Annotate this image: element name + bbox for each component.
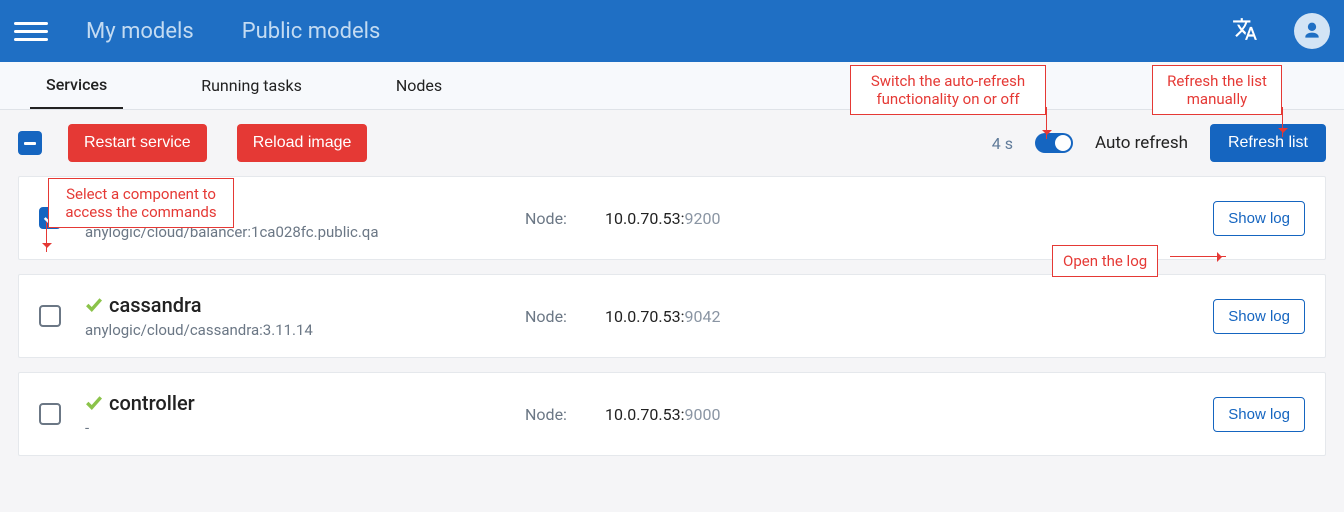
node-label: Node: xyxy=(525,405,605,424)
refresh-interval: 4 s xyxy=(992,134,1013,153)
show-log-button[interactable]: Show log xyxy=(1213,397,1305,432)
toolbar: Restart service Reload image 4 s Auto re… xyxy=(0,110,1344,176)
service-name: cassandra xyxy=(109,293,202,317)
service-image: anylogic/cloud/cassandra:3.11.14 xyxy=(85,321,525,339)
service-row: controller - Node: 10.0.70.53:9000 Show … xyxy=(18,372,1326,456)
translate-icon[interactable] xyxy=(1232,16,1258,46)
restart-service-button[interactable]: Restart service xyxy=(68,124,207,162)
service-row: cassandra anylogic/cloud/cassandra:3.11.… xyxy=(18,274,1326,358)
node-label: Node: xyxy=(525,307,605,326)
node-address: 10.0.70.53:9200 xyxy=(605,209,720,228)
callout-open-log: Open the log xyxy=(1052,245,1158,277)
refresh-list-button[interactable]: Refresh list xyxy=(1210,124,1326,162)
service-image: - xyxy=(85,419,525,437)
row-checkbox[interactable] xyxy=(39,403,61,425)
master-checkbox[interactable] xyxy=(18,131,42,155)
show-log-button[interactable]: Show log xyxy=(1213,299,1305,334)
nav-my-models[interactable]: My models xyxy=(86,19,194,44)
node-address: 10.0.70.53:9000 xyxy=(605,405,720,424)
callout-auto-refresh: Switch the auto-refresh functionality on… xyxy=(850,65,1046,115)
tab-bar: Services Running tasks Nodes xyxy=(0,62,1344,110)
node-label: Node: xyxy=(525,209,605,228)
row-checkbox[interactable] xyxy=(39,305,61,327)
check-icon xyxy=(85,296,103,314)
service-name: controller xyxy=(109,391,195,415)
nav-public-models[interactable]: Public models xyxy=(242,19,381,44)
check-icon xyxy=(85,394,103,412)
tab-services[interactable]: Services xyxy=(30,62,123,109)
tab-running-tasks[interactable]: Running tasks xyxy=(185,62,318,109)
user-avatar-icon[interactable] xyxy=(1294,13,1330,49)
callout-select: Select a component to access the command… xyxy=(48,178,234,228)
node-address: 10.0.70.53:9042 xyxy=(605,307,720,326)
tab-nodes[interactable]: Nodes xyxy=(380,62,458,109)
auto-refresh-toggle[interactable] xyxy=(1035,133,1073,153)
show-log-button[interactable]: Show log xyxy=(1213,201,1305,236)
auto-refresh-label: Auto refresh xyxy=(1095,133,1188,153)
callout-refresh: Refresh the list manually xyxy=(1152,65,1282,115)
reload-image-button[interactable]: Reload image xyxy=(237,124,368,162)
top-bar: My models Public models xyxy=(0,0,1344,62)
menu-icon[interactable] xyxy=(14,14,48,48)
